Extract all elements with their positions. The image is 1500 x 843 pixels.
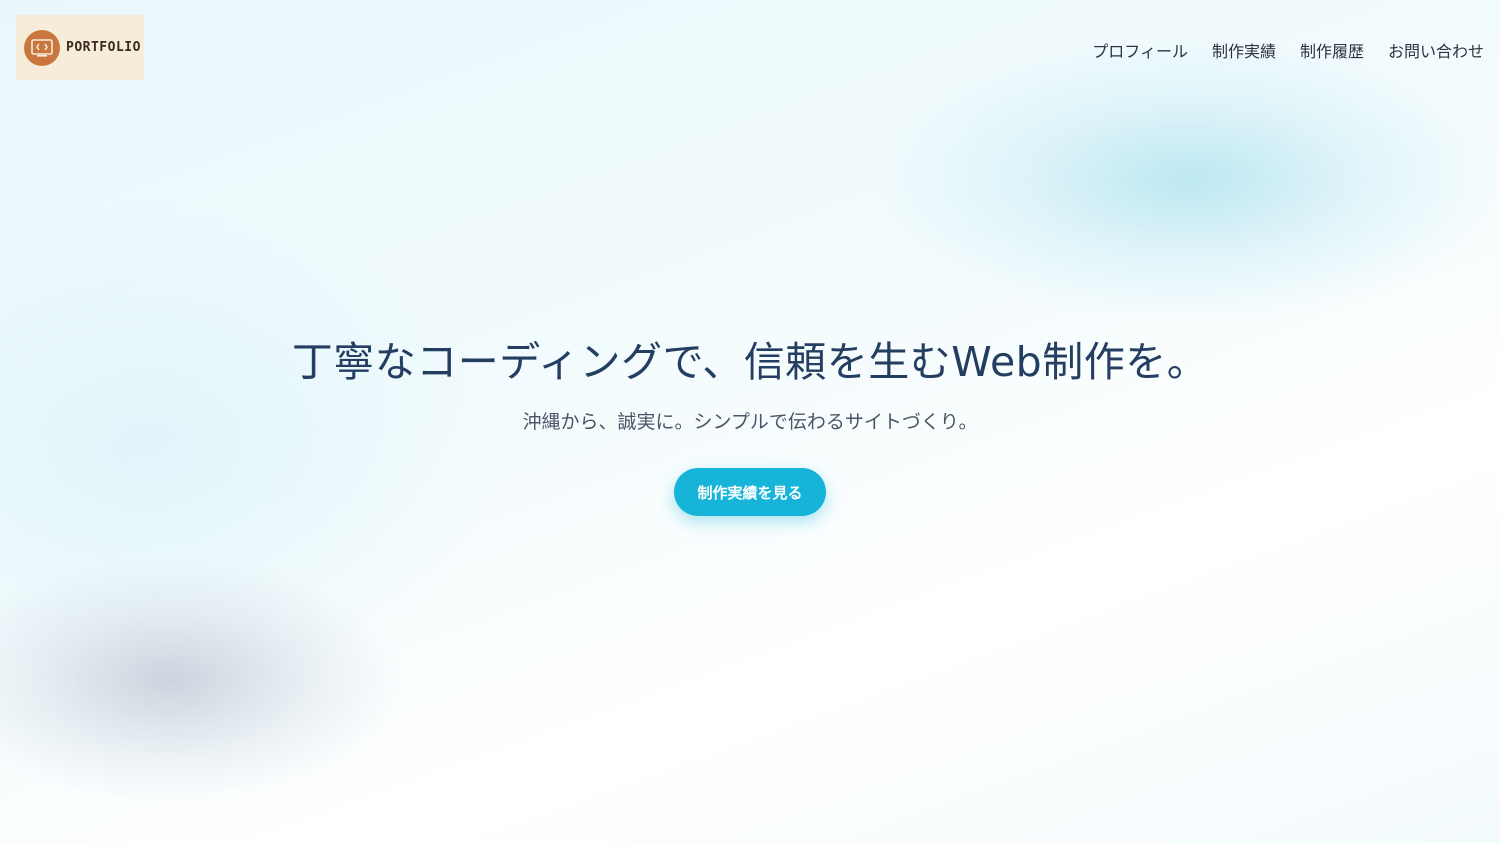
logo-text: PORTFOLIO bbox=[66, 40, 141, 55]
hero-subtitle: 沖縄から、誠実に。シンプルで伝わるサイトづくり。 bbox=[522, 411, 978, 433]
main-nav: プロフィール 制作実績 制作履歴 お問い合わせ bbox=[1092, 38, 1484, 62]
hero-title: 丁寧なコーディングで、信頼を生むWeb制作を。 bbox=[291, 338, 1209, 386]
nav-item-works[interactable]: 制作実績 bbox=[1212, 38, 1276, 62]
logo-link[interactable]: PORTFOLIO bbox=[16, 15, 144, 80]
nav-item-history[interactable]: 制作履歴 bbox=[1300, 38, 1364, 62]
page: PORTFOLIO プロフィール 制作実績 制作履歴 お問い合わせ 丁寧なコーデ… bbox=[0, 0, 1500, 843]
background-glow-top-right bbox=[880, 40, 1500, 320]
nav-item-profile[interactable]: プロフィール bbox=[1092, 38, 1188, 62]
code-brackets-icon bbox=[24, 29, 60, 66]
view-works-button[interactable]: 制作実績を見る bbox=[674, 468, 826, 516]
background-glow-left bbox=[0, 200, 500, 700]
nav-item-contact[interactable]: お問い合わせ bbox=[1388, 38, 1484, 62]
background-glow-bottom-left bbox=[0, 560, 400, 800]
